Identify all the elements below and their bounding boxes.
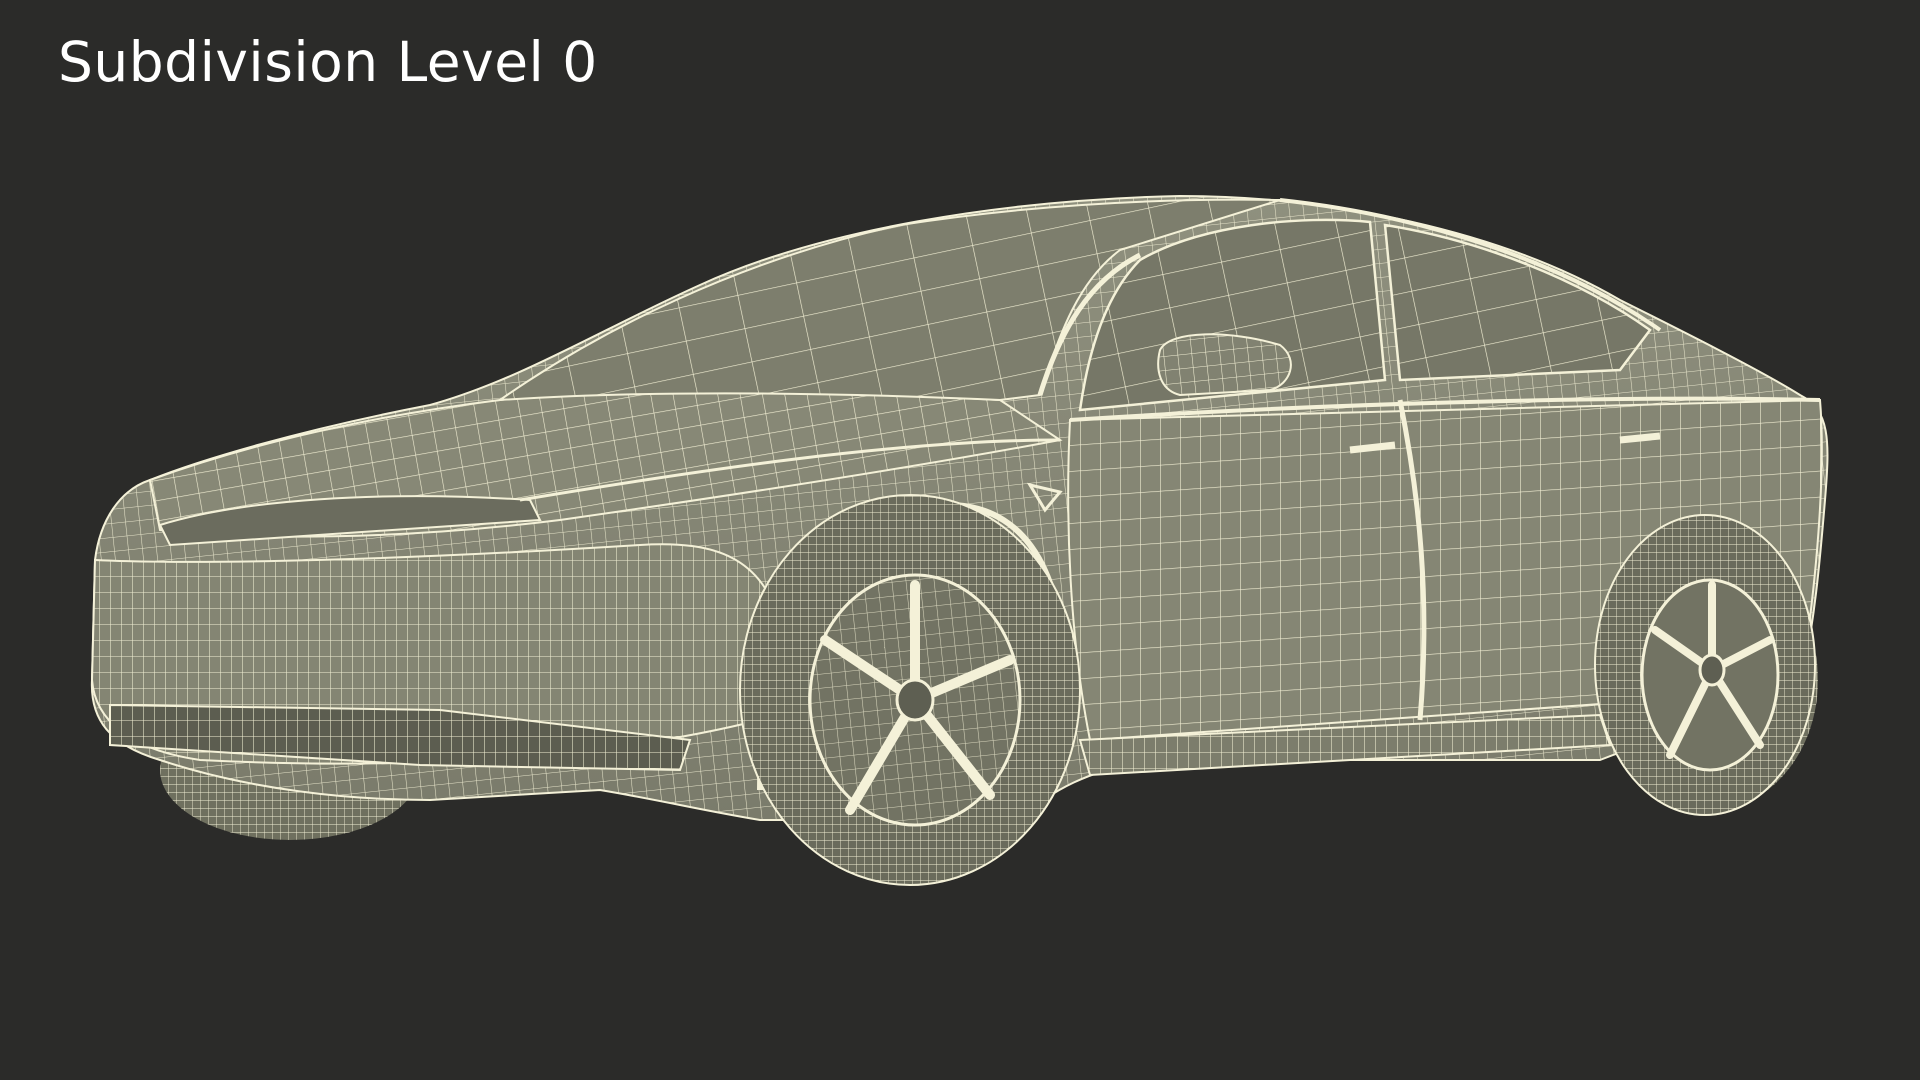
- rear-near-wheel: [1594, 514, 1816, 816]
- front-near-wheel: [739, 494, 1081, 886]
- car-wireframe-render: [90, 194, 1829, 886]
- side-mirror: [1157, 333, 1292, 397]
- front-bumper: [90, 543, 782, 772]
- viewport: Subdivision Level 0: [0, 0, 1920, 1080]
